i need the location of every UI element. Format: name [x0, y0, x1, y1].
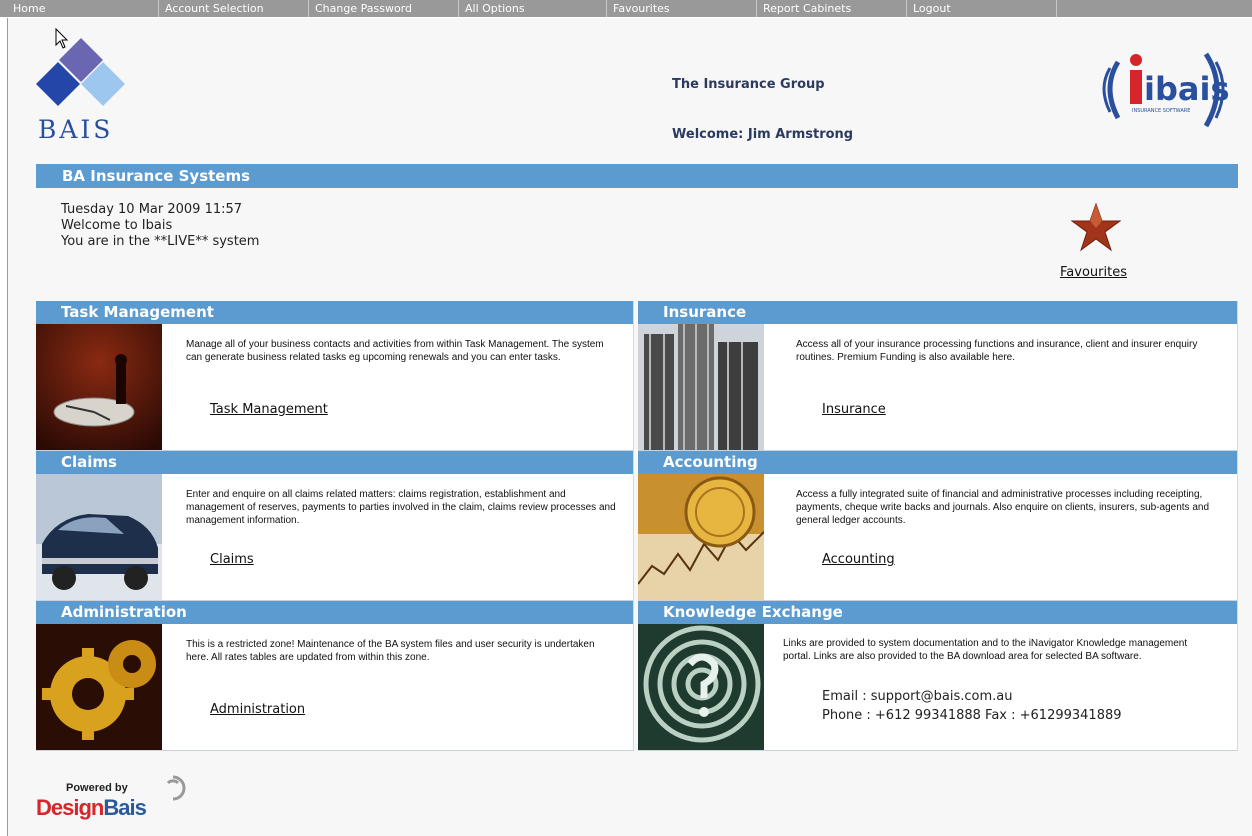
- task-management-link[interactable]: Task Management: [210, 402, 328, 417]
- section-knowledge-exchange: Knowledge Exchange Links are provided to…: [638, 601, 1238, 751]
- section-insurance: Insurance Access all of your insurance p…: [638, 301, 1238, 451]
- section-title: Accounting: [638, 451, 1237, 474]
- svg-text:INSURANCE SOFTWARE: INSURANCE SOFTWARE: [1132, 108, 1190, 114]
- claims-image: [36, 474, 162, 600]
- favourites-link[interactable]: Favourites: [1060, 265, 1127, 280]
- session-system: You are in the **LIVE** system: [61, 234, 260, 249]
- designbais-logo: DesignBais: [36, 795, 147, 821]
- session-date: Tuesday 10 Mar 2009 11:57: [61, 202, 243, 217]
- mouse-cursor-icon: [55, 28, 69, 49]
- section-description: Access a fully integrated suite of finan…: [796, 489, 1210, 526]
- session-info: Tuesday 10 Mar 2009 11:57 Welcome to Iba…: [61, 202, 259, 250]
- section-task-management: Task Management Manage all of your busin…: [36, 301, 634, 451]
- nav-all-options[interactable]: All Options: [459, 0, 607, 17]
- section-title: Claims: [36, 451, 633, 474]
- support-email[interactable]: Email : support@bais.com.au: [822, 689, 1012, 704]
- section-title: Insurance: [638, 301, 1237, 324]
- favourites-star-icon[interactable]: [1070, 202, 1122, 254]
- svg-text:ibais: ibais: [1144, 70, 1228, 108]
- insurance-image: [638, 324, 764, 450]
- support-phone-fax: Phone : +612 99341888 Fax : +61299341889: [822, 708, 1122, 723]
- knowledge-exchange-image: [638, 624, 764, 750]
- accounting-image: [638, 474, 764, 600]
- top-navigation: Home Account Selection Change Password A…: [0, 0, 1252, 18]
- section-title: Administration: [36, 601, 633, 624]
- brand-bais: Bais: [103, 795, 146, 820]
- section-description: Links are provided to system documentati…: [783, 638, 1188, 662]
- nav-report-cabinets[interactable]: Report Cabinets: [757, 0, 907, 17]
- section-administration: Administration This is a restricted zone…: [36, 601, 634, 751]
- nav-logout[interactable]: Logout: [907, 0, 1057, 17]
- welcome-user: Welcome: Jim Armstrong: [672, 127, 854, 142]
- designbais-swirl-icon: [166, 775, 186, 801]
- administration-image: [36, 624, 162, 750]
- claims-link[interactable]: Claims: [210, 552, 254, 567]
- section-description: This is a restricted zone! Maintenance o…: [186, 639, 595, 663]
- section-description: Manage all of your business contacts and…: [186, 339, 604, 363]
- main-title-bar: BA Insurance Systems: [36, 164, 1238, 188]
- section-title: Knowledge Exchange: [638, 601, 1237, 624]
- insurance-link[interactable]: Insurance: [822, 402, 886, 417]
- section-description: Access all of your insurance processing …: [796, 339, 1198, 363]
- section-accounting: Accounting Access a fully integrated sui…: [638, 451, 1238, 601]
- ibais-logo-icon: ibais INSURANCE SOFTWARE: [1102, 52, 1228, 128]
- brand-design: Design: [36, 795, 104, 820]
- accounting-link[interactable]: Accounting: [822, 552, 895, 567]
- powered-by-label: Powered by: [66, 782, 128, 794]
- nav-home[interactable]: Home: [7, 0, 159, 17]
- nav-change-password[interactable]: Change Password: [309, 0, 459, 17]
- nav-account-selection[interactable]: Account Selection: [159, 0, 309, 17]
- company-name: The Insurance Group: [672, 77, 825, 92]
- session-welcome: Welcome to Ibais: [61, 218, 173, 233]
- task-management-image: [36, 324, 162, 450]
- section-description: Enter and enquire on all claims related …: [186, 489, 616, 526]
- section-title: Task Management: [36, 301, 633, 324]
- bais-logo-text: BAIS: [38, 115, 114, 144]
- nav-favourites[interactable]: Favourites: [607, 0, 757, 17]
- administration-link[interactable]: Administration: [210, 702, 305, 717]
- section-claims: Claims Enter and enquire on all claims r…: [36, 451, 634, 601]
